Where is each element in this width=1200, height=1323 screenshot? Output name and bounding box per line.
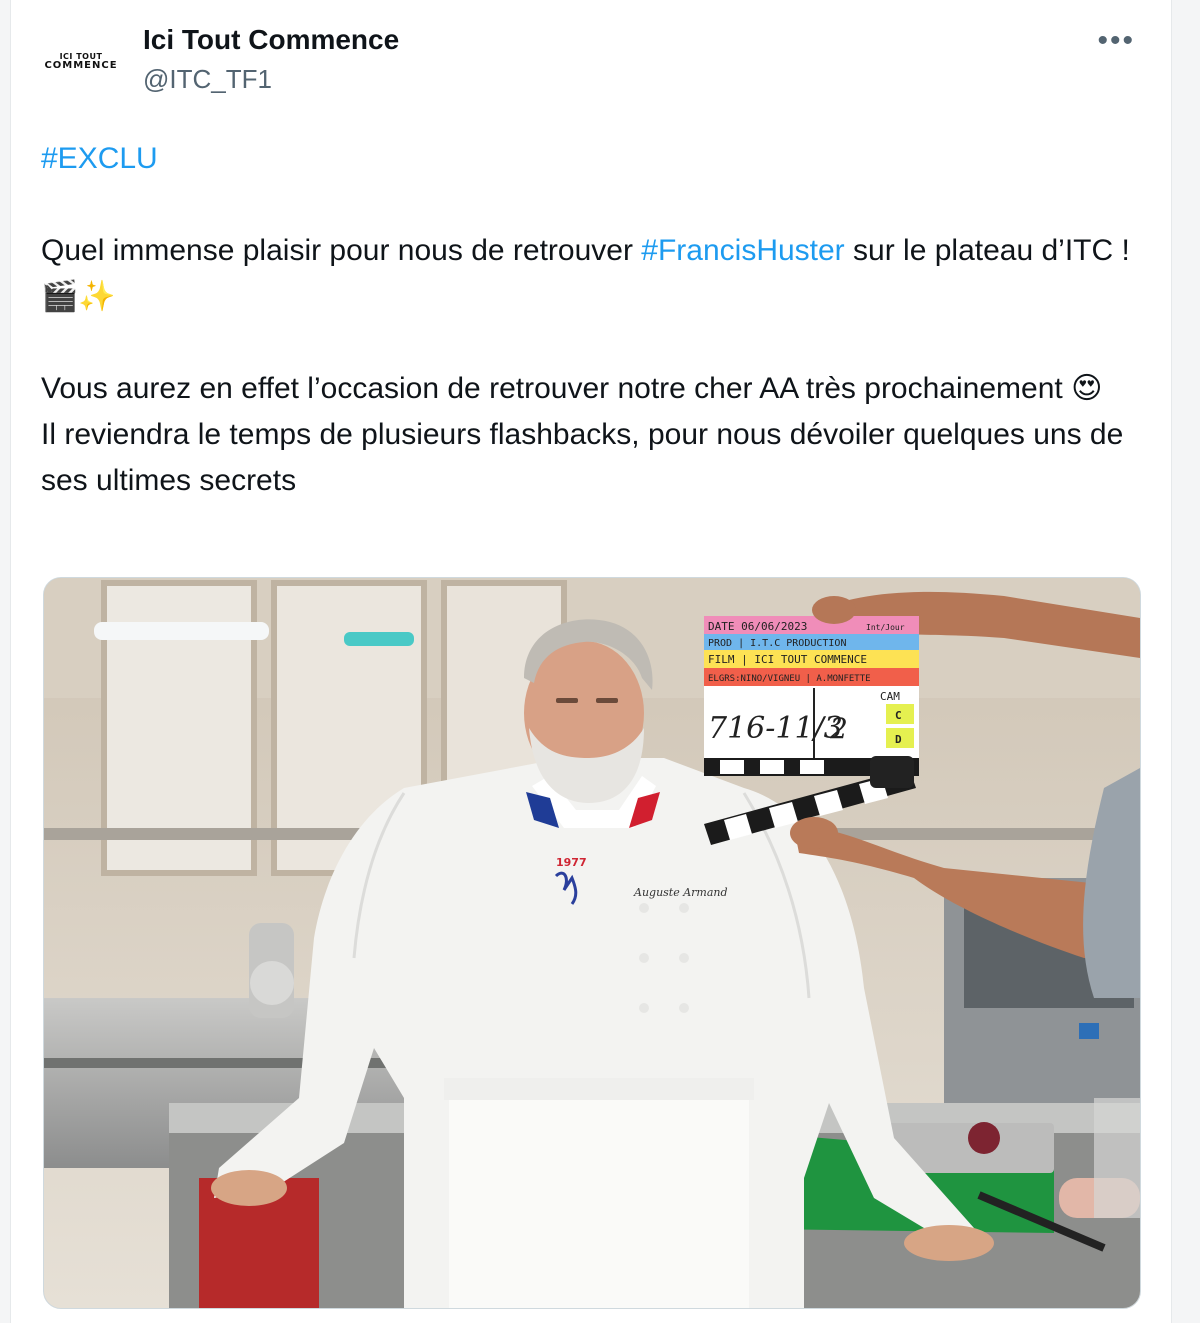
tweet-card: ICI TOUT COMMENCE Ici Tout Commence @ITC… bbox=[10, 0, 1172, 1323]
tweet-photo[interactable]: 1977 Auguste Armand DATE 06/06/2023 Int/… bbox=[43, 577, 1141, 1309]
jacket-name-text: Auguste Armand bbox=[633, 886, 728, 899]
author-name[interactable]: Ici Tout Commence bbox=[143, 24, 399, 56]
clap-date-text: DATE 06/06/2023 bbox=[708, 620, 807, 633]
tweet-text: #EXCLU Quel immense plaisir pour nous de… bbox=[41, 136, 1131, 504]
hashtag-exclu[interactable]: #EXCLU bbox=[41, 142, 158, 175]
tweet-paragraph-1: Quel immense plaisir pour nous de retrou… bbox=[41, 228, 1131, 320]
avatar[interactable]: ICI TOUT COMMENCE bbox=[41, 22, 121, 102]
tweet-paragraph-3: Il reviendra le temps de plusieurs flash… bbox=[41, 418, 1124, 497]
clap-scene-text: 716-11/3 bbox=[708, 711, 843, 746]
author-handle[interactable]: @ITC_TF1 bbox=[143, 64, 272, 95]
clap-film-text: FILM | ICI TOUT COMMENCE bbox=[708, 653, 867, 666]
avatar-text-bottom: COMMENCE bbox=[44, 60, 118, 71]
heart-eyes-emoji: 😍 bbox=[1071, 371, 1103, 406]
clap-take-text: 2 bbox=[829, 712, 848, 745]
more-horizontal-icon[interactable]: ••• bbox=[1097, 24, 1135, 58]
clap-cam-text: CAM bbox=[880, 690, 900, 703]
clap-c-text: C bbox=[895, 709, 902, 722]
tweet-text-segment: sur le plateau d’ITC ! bbox=[844, 234, 1130, 267]
tweet-text-segment: Vous aurez en effet l’occasion de retrou… bbox=[41, 372, 1072, 405]
jacket-year-text: 1977 bbox=[556, 856, 587, 869]
photo-illustration: 1977 Auguste Armand DATE 06/06/2023 Int/… bbox=[44, 578, 1140, 1308]
clap-d-text: D bbox=[895, 733, 902, 746]
tweet-text-segment: Quel immense plaisir pour nous de retrou… bbox=[41, 234, 642, 267]
tweet-paragraph-2: Vous aurez en effet l’occasion de retrou… bbox=[41, 366, 1131, 412]
clap-int-text: Int/Jour bbox=[866, 623, 905, 632]
clap-prod-text: PROD | I.T.C PRODUCTION bbox=[708, 638, 846, 649]
clap-crew-text: ELGRS:NINO/VIGNEU | A.MONFETTE bbox=[708, 674, 871, 684]
clapper-sparkles-emoji: 🎬✨ bbox=[41, 279, 116, 314]
hashtag-francishuster[interactable]: #FrancisHuster bbox=[641, 234, 844, 267]
